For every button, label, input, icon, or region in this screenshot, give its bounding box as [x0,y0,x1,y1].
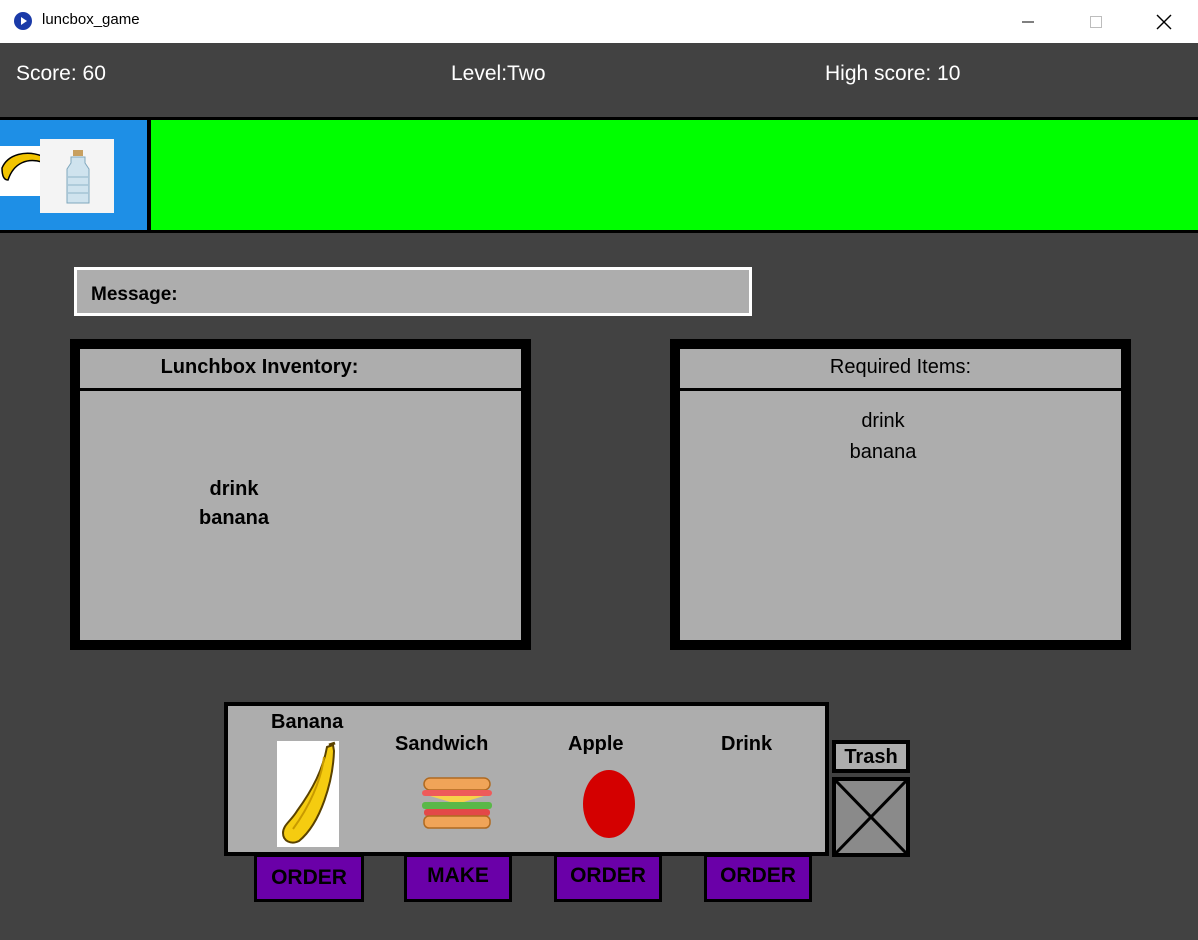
banana-label: Banana [271,711,344,733]
list-item: drink [861,410,905,432]
minimize-icon [1022,21,1034,22]
required-title: Required Items: [829,356,972,378]
close-icon [1156,14,1172,29]
required-list: drink banana [813,406,953,468]
banana-icon [0,146,44,196]
apple-label: Apple [568,733,624,755]
order-banana-button[interactable]: ORDER [254,854,364,902]
sandwich-icon[interactable] [420,774,494,832]
panel-header: Required Items: [680,349,1121,391]
message-label: Message: [91,284,178,305]
maximize-icon [1090,15,1102,28]
drink-label: Drink [721,733,773,755]
time-remaining-bar [151,120,1198,230]
bottle-icon [40,139,114,213]
window-title: luncbox_game [42,11,140,28]
message-box: Message: [74,267,752,316]
window-titlebar: luncbox_game [0,0,1198,43]
inventory-title: Lunchbox Inventory: [160,356,359,378]
trash-x-icon [834,779,908,855]
minimize-button[interactable] [1005,0,1051,43]
apple-icon[interactable] [581,768,637,840]
close-button[interactable] [1141,0,1187,43]
high-score-display: High score: 10 [825,62,961,85]
app-icon [14,12,32,30]
sandwich-label: Sandwich [395,733,489,755]
level-display: Level:Two [451,62,546,85]
timer-strip [0,117,1198,233]
maximize-button[interactable] [1073,0,1119,43]
trash-label: Trash [832,740,910,773]
order-apple-button[interactable]: ORDER [554,854,662,902]
score-display: Score: 60 [16,62,106,85]
panel-header: Lunchbox Inventory: [80,349,521,391]
lunchbox-inventory-panel: Lunchbox Inventory: drink banana [70,339,531,650]
make-sandwich-button[interactable]: MAKE [404,854,512,902]
trash-bin[interactable] [832,777,910,857]
food-shelf: Banana Sandwich Apple Drink [224,702,829,856]
list-item: banana [849,441,917,463]
inventory-list: drink banana [174,475,294,533]
required-items-panel: Required Items: drink banana [670,339,1131,650]
lunchbox-slot [0,120,147,230]
order-drink-button[interactable]: ORDER [704,854,812,902]
list-item: drink [209,478,259,500]
banana-icon[interactable] [277,741,339,847]
list-item: banana [198,507,270,529]
